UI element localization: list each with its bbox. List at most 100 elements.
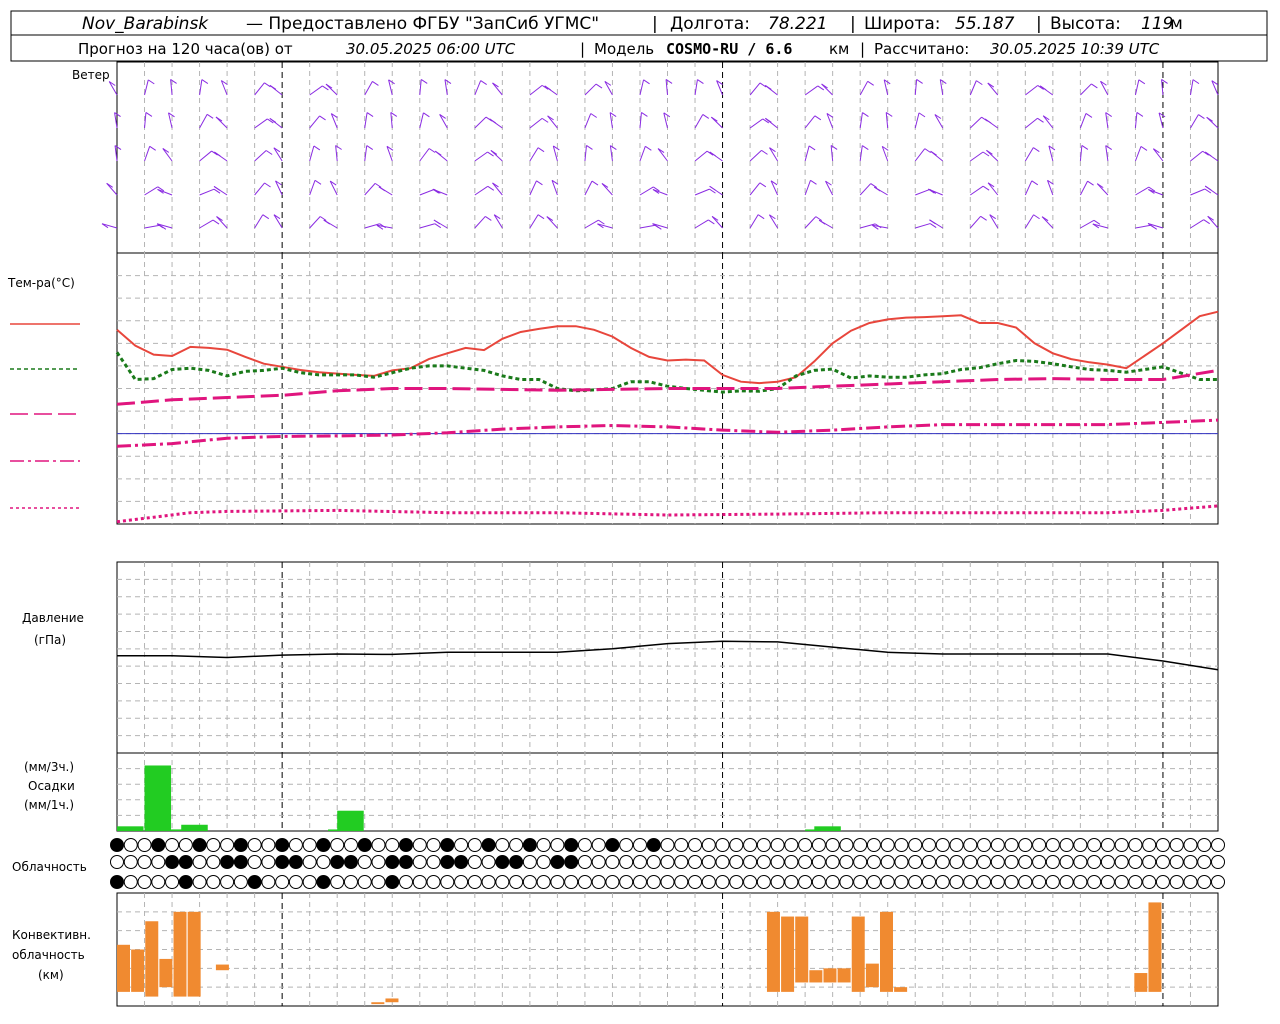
cloud-symbol [137, 838, 152, 852]
cloud-symbol [275, 855, 290, 869]
cloud-symbol [302, 875, 317, 889]
cloud-symbol [715, 855, 730, 869]
wind-barb [162, 148, 173, 162]
wind-barb [584, 113, 592, 129]
cloud-symbol [371, 875, 386, 889]
wind-barb [106, 182, 118, 196]
wind-barb [474, 151, 488, 162]
cloud-symbol [123, 855, 138, 869]
wind-barb [492, 182, 503, 196]
wind-barb [915, 188, 930, 196]
cloud-symbol [412, 838, 427, 852]
cloud-symbol [1128, 875, 1143, 889]
wind-barb [859, 81, 869, 96]
cloud-symbol [1073, 855, 1088, 869]
cloud-symbol [220, 875, 235, 889]
provider: — Предоставлено ФГБУ "ЗапСиб УГМС" [246, 14, 599, 34]
cloud-symbol [701, 875, 716, 889]
wind-barb [1024, 147, 1034, 162]
cloud-symbol [1128, 855, 1143, 869]
wind-barb [199, 150, 212, 162]
wind-barb-flag [761, 149, 768, 155]
cloud-symbol [591, 855, 606, 869]
cloud-symbol [977, 875, 992, 889]
cloud-symbol [192, 875, 207, 889]
cloud-symbol [550, 855, 565, 869]
wind-barb [584, 83, 597, 96]
cloud-symbol [357, 855, 372, 869]
cloud-symbol [316, 855, 331, 869]
cloud-symbol [247, 838, 262, 852]
cloud-symbol [1169, 855, 1184, 869]
wind-barb-flag [1140, 146, 1148, 151]
wind-barb-flag [1081, 145, 1089, 150]
cloud-symbol [811, 875, 826, 889]
wind-title: Ветер [72, 68, 110, 82]
wind-barb-flag [586, 145, 593, 150]
cloud-symbol [371, 855, 386, 869]
cloud-symbol [522, 855, 537, 869]
wind-barb-flag [423, 112, 430, 118]
cloud-symbol [481, 875, 496, 889]
wind-barb [546, 216, 558, 229]
cloud-symbol [261, 838, 276, 852]
wind-barb [1135, 186, 1150, 196]
wind-barb-flag [759, 82, 767, 88]
wind-barb-flag [485, 216, 492, 221]
wind-barb [419, 223, 435, 229]
cloud-symbol [206, 855, 221, 869]
cloud-symbol [233, 875, 248, 889]
cloud-symbol [605, 838, 620, 852]
cloud-symbol [1155, 855, 1170, 869]
cloud-symbol [426, 838, 441, 852]
wind-barb [1079, 180, 1089, 196]
conv-bar [795, 916, 809, 983]
wind-barb-flag [1093, 219, 1101, 225]
cloud-symbol [330, 875, 345, 889]
conv-unit: (км) [38, 968, 64, 982]
cloud-symbol [275, 838, 290, 852]
cloud-symbol [522, 875, 537, 889]
cloud-symbol [591, 838, 606, 852]
header-line2: Прогноз на 120 часа(ов) от 30.05.2025 06… [78, 40, 1160, 58]
wind-barb-flag [595, 83, 603, 89]
lon-value: 78.221 [768, 14, 827, 34]
wind-barb [493, 214, 503, 229]
cloud-symbol [233, 855, 248, 869]
cloud-symbol [1032, 855, 1047, 869]
cloud-symbol [440, 838, 455, 852]
conv-bar [837, 968, 851, 983]
wind-barb-flag [874, 186, 881, 192]
cloud-symbol [674, 875, 689, 889]
wind-barb-flag [976, 80, 983, 86]
wind-barb [474, 216, 486, 229]
cloud-symbol [701, 838, 716, 852]
cloud-symbol [894, 838, 909, 852]
conv-title: Конвективн. [12, 928, 91, 942]
wind-barb [584, 180, 593, 196]
cloud-symbol [1004, 855, 1019, 869]
cloud-symbol [330, 838, 345, 852]
cloud-symbol [921, 875, 936, 889]
cloud-symbol [357, 875, 372, 889]
cloud-symbol [536, 838, 551, 852]
wind-barb-flag [149, 145, 156, 151]
cloud-symbol [302, 855, 317, 869]
cloud-symbol [261, 875, 276, 889]
wind-barb [749, 182, 761, 196]
cloud-symbol [564, 855, 579, 869]
cloud-symbol [1197, 855, 1212, 869]
conv-bar [809, 970, 823, 983]
precip-title: Осадки [28, 779, 75, 793]
cloud-symbol [1073, 838, 1088, 852]
wind-barb [529, 180, 537, 196]
conv-bar [173, 911, 187, 997]
cloud-symbol [371, 838, 386, 852]
cloud-symbol [715, 875, 730, 889]
wind-barb [1025, 85, 1038, 96]
cloud-symbol [660, 875, 675, 889]
cloud-symbol [908, 875, 923, 889]
wind-barb-flag [434, 223, 442, 229]
wind-barb [694, 219, 709, 229]
cloud-symbol [784, 838, 799, 852]
